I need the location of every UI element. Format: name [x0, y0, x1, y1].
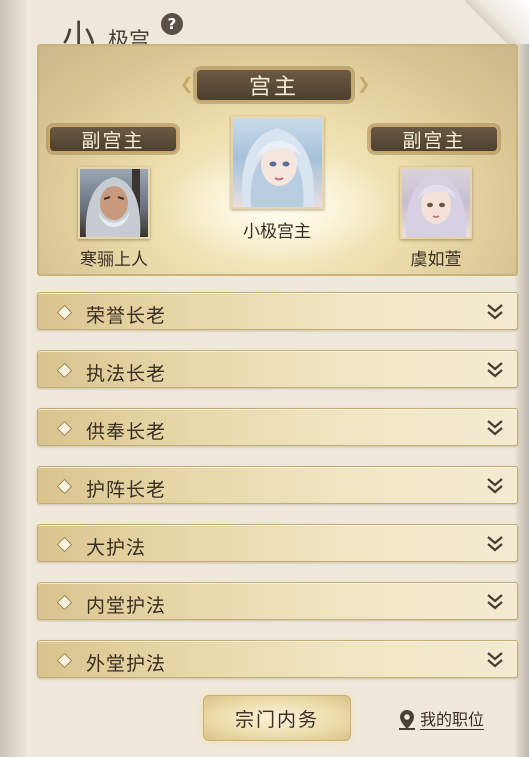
diamond-bullet-icon: [56, 362, 73, 379]
rank-row-grand-protector[interactable]: 大护法: [37, 524, 518, 562]
rank-row-label: 外堂护法: [86, 653, 167, 675]
vice-leader-right-avatar: [405, 175, 467, 237]
diamond-bullet-icon: [56, 478, 73, 495]
leader-avatar: [242, 128, 314, 207]
rank-row-label: 供奉长老: [86, 421, 167, 443]
rank-row-honor-elder[interactable]: 荣誉长老: [37, 292, 518, 330]
vice-leader-left-avatar: [85, 169, 141, 237]
double-chevron-down-icon: [487, 536, 503, 552]
double-chevron-down-icon: [487, 362, 503, 378]
vice-leader-left-name: 寒骊上人: [80, 250, 148, 270]
left-frame: [0, 0, 26, 757]
double-chevron-down-icon: [487, 594, 503, 610]
double-chevron-down-icon: [487, 304, 503, 320]
diamond-bullet-icon: [56, 594, 73, 611]
diamond-bullet-icon: [56, 536, 73, 553]
page-curl-decoration: [465, 0, 529, 44]
rank-row-label: 护阵长老: [86, 479, 167, 501]
vice-leader-left-portrait[interactable]: [78, 167, 150, 239]
rank-banner-vice-left-label: 副宫主: [81, 129, 145, 152]
vice-leader-right-name: 虞如萱: [410, 250, 462, 270]
leader-name: 小极宫主: [243, 222, 311, 242]
my-position-label: 我的职位: [420, 709, 485, 730]
rank-banner-vice-right: 副宫主: [369, 125, 499, 153]
scroll-ornament-icon: ❮: [180, 74, 194, 93]
rank-banner-leader-label: 宫主: [248, 75, 299, 100]
rank-row-label: 大护法: [86, 537, 147, 559]
rank-row-offering-elder[interactable]: 供奉长老: [37, 408, 518, 446]
sect-affairs-button-label: 宗门内务: [234, 708, 319, 731]
sect-affairs-button[interactable]: 宗门内务: [203, 695, 351, 741]
diamond-bullet-icon: [56, 304, 73, 321]
question-circle-icon[interactable]: ?: [161, 13, 183, 35]
rank-row-outer-protector[interactable]: 外堂护法: [37, 640, 518, 678]
rank-banner-leader: 宫主: [195, 68, 353, 102]
rank-row-inner-protector[interactable]: 内堂护法: [37, 582, 518, 620]
rank-row-law-elder[interactable]: 执法长老: [37, 350, 518, 388]
rank-row-label: 内堂护法: [86, 595, 167, 617]
my-position-link[interactable]: 我的职位: [398, 708, 485, 732]
diamond-bullet-icon: [56, 652, 73, 669]
location-pin-icon: [399, 710, 415, 730]
scroll-ornament-icon: ❯: [357, 74, 371, 93]
rank-row-formation-elder[interactable]: 护阵长老: [37, 466, 518, 504]
double-chevron-down-icon: [487, 652, 503, 668]
rank-banner-vice-right-label: 副宫主: [402, 129, 466, 152]
double-chevron-down-icon: [487, 420, 503, 436]
diamond-bullet-icon: [56, 420, 73, 437]
rank-banner-vice-left: 副宫主: [48, 125, 178, 153]
rank-row-label: 荣誉长老: [86, 305, 167, 327]
double-chevron-down-icon: [487, 478, 503, 494]
vice-leader-right-portrait[interactable]: [400, 167, 472, 239]
leader-portrait[interactable]: [231, 116, 324, 209]
rank-row-label: 执法长老: [86, 363, 167, 385]
